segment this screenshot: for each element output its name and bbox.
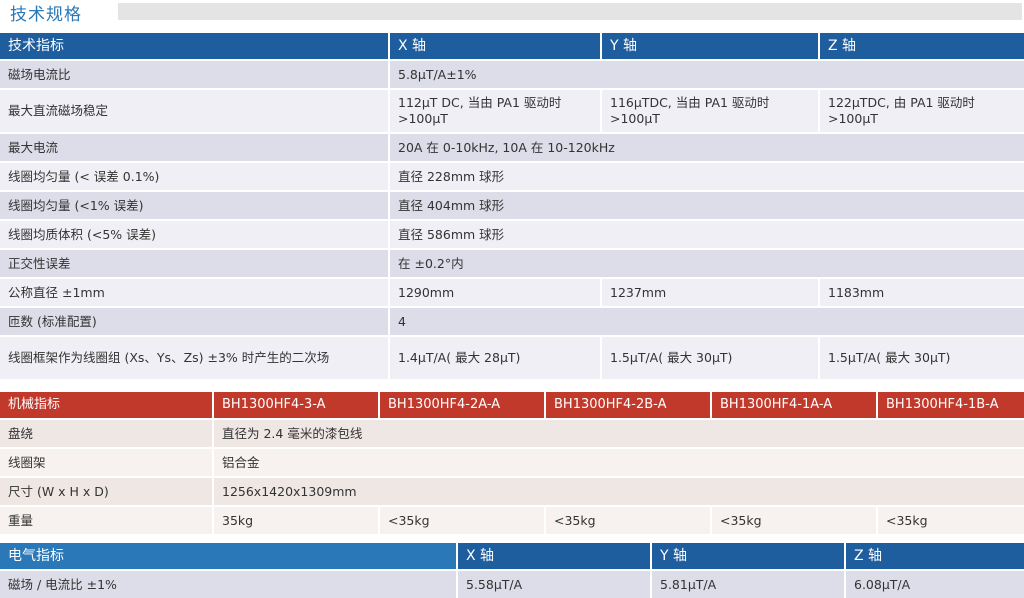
table-row: 线圈均匀量 (< 误差 0.1%) 直径 228mm 球形	[0, 163, 1024, 190]
title-rule	[118, 3, 1022, 20]
cell-z: 122μTDC, 由 PA1 驱动时 >100μT	[820, 90, 1024, 132]
cell-value: 20A 在 0-10kHz, 10A 在 10-120kHz	[390, 134, 1024, 161]
col-header: 技术指标	[0, 33, 388, 59]
table-row: 公称直径 ±1mm 1290mm 1237mm 1183mm	[0, 279, 1024, 306]
col-header-z: Z 轴	[846, 543, 1024, 569]
row-label: 线圈框架作为线圈组 (Xs、Ys、Zs) ±3% 时产生的二次场	[0, 337, 388, 379]
table-row: 盘绕 直径为 2.4 毫米的漆包线	[0, 420, 1024, 447]
table-row: 线圈框架作为线圈组 (Xs、Ys、Zs) ±3% 时产生的二次场 1.4μT/A…	[0, 337, 1024, 379]
cell-value: <35kg	[712, 507, 876, 534]
tech-spec-table: 技术指标 X 轴 Y 轴 Z 轴 磁场电流比 5.8μT/A±1% 最大直流磁场…	[0, 31, 1024, 381]
table-row: 最大电流 20A 在 0-10kHz, 10A 在 10-120kHz	[0, 134, 1024, 161]
col-header-y: Y 轴	[602, 33, 818, 59]
section-title: 技术规格	[10, 5, 82, 25]
cell-x: 1.4μT/A( 最大 28μT)	[390, 337, 600, 379]
table-row: 重量 35kg <35kg <35kg <35kg <35kg	[0, 507, 1024, 534]
row-label: 线圈均质体积 (<5% 误差)	[0, 221, 388, 248]
cell-value: <35kg	[380, 507, 544, 534]
row-label: 最大电流	[0, 134, 388, 161]
col-header-z: Z 轴	[820, 33, 1024, 59]
table-row: 线圈架 铝合金	[0, 449, 1024, 476]
col-header-model: BH1300HF4-2A-A	[380, 392, 544, 418]
row-label: 重量	[0, 507, 212, 534]
electrical-spec-table: 电气指标 X 轴 Y 轴 Z 轴 磁场 / 电流比 ±1% 5.58μT/A 5…	[0, 541, 1024, 598]
cell-value: 直径 586mm 球形	[390, 221, 1024, 248]
row-label: 盘绕	[0, 420, 212, 447]
mechanical-spec-table: 机械指标 BH1300HF4-3-A BH1300HF4-2A-A BH1300…	[0, 390, 1024, 536]
col-header: 机械指标	[0, 392, 212, 418]
cell-y: 5.81μT/A	[652, 571, 844, 598]
cell-z: 1.5μT/A( 最大 30μT)	[820, 337, 1024, 379]
cell-x: 112μT DC, 当由 PA1 驱动时 >100μT	[390, 90, 600, 132]
cell-value: <35kg	[546, 507, 710, 534]
col-header-x: X 轴	[458, 543, 650, 569]
cell-value: 直径 404mm 球形	[390, 192, 1024, 219]
table-row: 匝数 (标准配置) 4	[0, 308, 1024, 335]
cell-z: 1183mm	[820, 279, 1024, 306]
cell-x: 5.58μT/A	[458, 571, 650, 598]
section-header: 技术规格	[0, 0, 1024, 26]
row-label: 正交性误差	[0, 250, 388, 277]
table-header-row: 电气指标 X 轴 Y 轴 Z 轴	[0, 543, 1024, 569]
row-label: 线圈均匀量 (< 误差 0.1%)	[0, 163, 388, 190]
cell-value: <35kg	[878, 507, 1024, 534]
cell-value: 铝合金	[214, 449, 1024, 476]
table-row: 正交性误差 在 ±0.2°内	[0, 250, 1024, 277]
row-label: 公称直径 ±1mm	[0, 279, 388, 306]
divider	[0, 536, 1024, 540]
row-label: 尺寸 (W x H x D)	[0, 478, 212, 505]
table-row: 最大直流磁场稳定 112μT DC, 当由 PA1 驱动时 >100μT 116…	[0, 90, 1024, 132]
cell-z: 6.08μT/A	[846, 571, 1024, 598]
table-header-row: 技术指标 X 轴 Y 轴 Z 轴	[0, 33, 1024, 59]
cell-value: 在 ±0.2°内	[390, 250, 1024, 277]
cell-value: 5.8μT/A±1%	[390, 61, 1024, 88]
row-label: 磁场电流比	[0, 61, 388, 88]
cell-value: 1256x1420x1309mm	[214, 478, 1024, 505]
cell-x: 1290mm	[390, 279, 600, 306]
cell-y: 1.5μT/A( 最大 30μT)	[602, 337, 818, 379]
table-row: 尺寸 (W x H x D) 1256x1420x1309mm	[0, 478, 1024, 505]
row-label: 最大直流磁场稳定	[0, 90, 388, 132]
table-row: 线圈均质体积 (<5% 误差) 直径 586mm 球形	[0, 221, 1024, 248]
row-label: 线圈均匀量 (<1% 误差)	[0, 192, 388, 219]
cell-value: 直径 228mm 球形	[390, 163, 1024, 190]
cell-value: 35kg	[214, 507, 378, 534]
col-header-y: Y 轴	[652, 543, 844, 569]
row-label: 磁场 / 电流比 ±1%	[0, 571, 456, 598]
col-header-model: BH1300HF4-2B-A	[546, 392, 710, 418]
row-label: 匝数 (标准配置)	[0, 308, 388, 335]
cell-y: 1237mm	[602, 279, 818, 306]
cell-y: 116μTDC, 当由 PA1 驱动时 >100μT	[602, 90, 818, 132]
col-header-model: BH1300HF4-1A-A	[712, 392, 876, 418]
col-header-model: BH1300HF4-1B-A	[878, 392, 1024, 418]
col-header: 电气指标	[0, 543, 456, 569]
col-header-model: BH1300HF4-3-A	[214, 392, 378, 418]
table-row: 线圈均匀量 (<1% 误差) 直径 404mm 球形	[0, 192, 1024, 219]
table-header-row: 机械指标 BH1300HF4-3-A BH1300HF4-2A-A BH1300…	[0, 392, 1024, 418]
table-row: 磁场电流比 5.8μT/A±1%	[0, 61, 1024, 88]
table-row: 磁场 / 电流比 ±1% 5.58μT/A 5.81μT/A 6.08μT/A	[0, 571, 1024, 598]
cell-value: 4	[390, 308, 1024, 335]
col-header-x: X 轴	[390, 33, 600, 59]
cell-value: 直径为 2.4 毫米的漆包线	[214, 420, 1024, 447]
row-label: 线圈架	[0, 449, 212, 476]
